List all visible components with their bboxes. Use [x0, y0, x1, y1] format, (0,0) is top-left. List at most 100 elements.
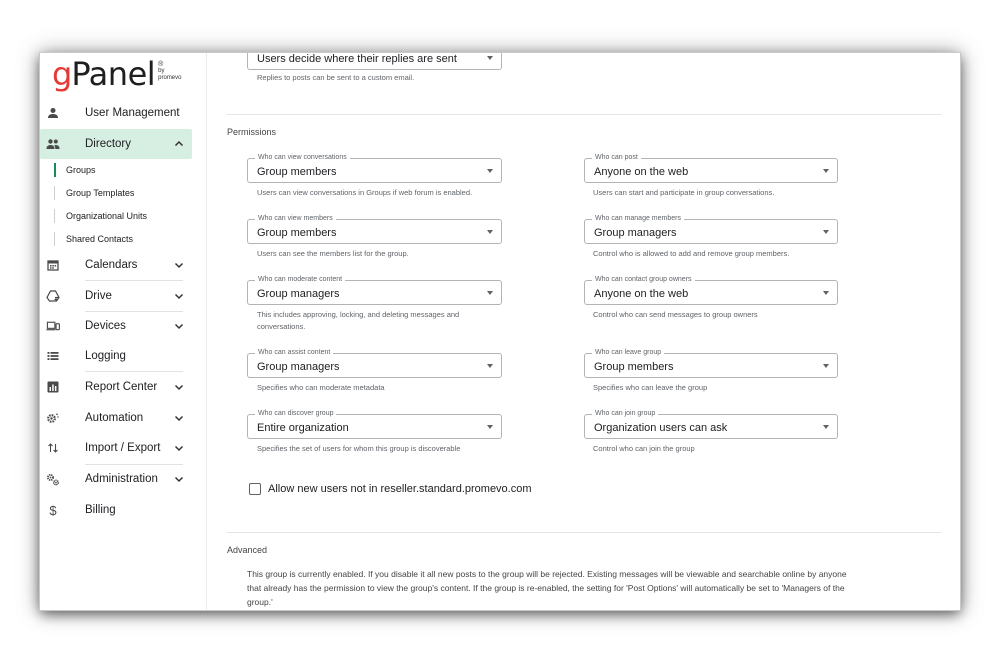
chevron-down-icon[interactable]: [174, 382, 184, 392]
dropdown-arrow-icon: [487, 291, 493, 295]
dropdown-arrow-icon: [823, 230, 829, 234]
active-indicator: [54, 163, 56, 177]
sidebar-item-report-center[interactable]: Report Center: [40, 372, 192, 402]
field-legend: Who can contact group owners: [592, 275, 695, 285]
admin-gears-icon: [46, 472, 60, 486]
sidebar-item-directory[interactable]: Directory: [40, 129, 192, 159]
dropdown-arrow-icon: [487, 169, 493, 173]
field-helper: Control who can send messages to group o…: [593, 310, 758, 319]
sidebar-item-user-management[interactable]: User Management: [40, 98, 192, 128]
select-value: Group members: [594, 361, 674, 373]
field-helper: Control who can join the group: [593, 444, 695, 453]
section-divider: [227, 532, 941, 533]
advanced-line: group.': [247, 597, 273, 607]
gpanel-logo[interactable]: g Panel ® by promevo: [52, 55, 181, 95]
field-helper: Specifies who can leave the group: [593, 383, 708, 392]
sidebar-item-label: User Management: [85, 107, 180, 119]
dropdown-arrow-icon: [487, 230, 493, 234]
select-value: Group members: [257, 166, 337, 178]
subitem-rail: [54, 209, 55, 223]
sidebar-subitem-label: Shared Contacts: [66, 234, 134, 244]
sidebar-subitem-organizational-units[interactable]: Organizational Units: [54, 206, 147, 226]
allow-external-users-label[interactable]: Allow new users not in reseller.standard…: [268, 483, 532, 495]
who-can-discover-group-select[interactable]: Who can discover group Entire organizati…: [247, 409, 502, 439]
sidebar-item-label: Directory: [85, 138, 132, 150]
who-can-join-group-select[interactable]: Who can join group Organization users ca…: [584, 409, 838, 439]
calendar-icon: [46, 258, 60, 272]
chevron-down-icon[interactable]: [174, 413, 184, 423]
chevron-up-icon[interactable]: [174, 139, 184, 149]
chevron-down-icon[interactable]: [174, 474, 184, 484]
who-can-contact-owners-select[interactable]: Who can contact group owners Anyone on t…: [584, 275, 838, 305]
select-value: Anyone on the web: [594, 288, 689, 300]
select-value: Group managers: [594, 227, 677, 239]
chevron-down-icon[interactable]: [174, 291, 184, 301]
logo-panel: Panel: [71, 55, 156, 93]
sidebar-item-label: Drive: [85, 290, 112, 302]
sidebar-subitem-groups[interactable]: Groups: [54, 160, 96, 180]
permissions-title: Permissions: [227, 127, 277, 137]
sidebar-subitem-label: Organizational Units: [66, 211, 148, 221]
advanced-description: This group is currently enabled. If you …: [247, 567, 947, 609]
field-helper: Users can view conversations in Groups i…: [257, 188, 473, 197]
who-can-view-conversations-select[interactable]: Who can view conversations Group members: [247, 153, 502, 183]
sidebar-item-administration[interactable]: Administration: [40, 464, 192, 494]
reply-to-select[interactable]: Users decide where their replies are sen…: [247, 53, 502, 70]
chevron-down-icon[interactable]: [174, 443, 184, 453]
sidebar-item-billing[interactable]: $ Billing: [40, 495, 192, 525]
logo-byline: ® by promevo: [158, 61, 181, 82]
sidebar-item-drive[interactable]: Drive: [40, 281, 192, 311]
field-legend: Who can moderate content: [255, 275, 346, 285]
who-can-view-members-select[interactable]: Who can view members Group members: [247, 214, 502, 244]
automation-gear-icon: [46, 411, 60, 425]
sidebar-item-logging[interactable]: Logging: [40, 341, 192, 371]
sidebar-item-import-export[interactable]: Import / Export: [40, 433, 192, 463]
dropdown-arrow-icon: [487, 364, 493, 368]
section-divider: [227, 114, 941, 115]
import-export-icon: [46, 441, 60, 455]
field-helper: Users can start and participate in group…: [593, 188, 775, 197]
sidebar-item-automation[interactable]: Automation: [40, 403, 192, 433]
field-helper: Control who is allowed to add and remove…: [593, 249, 790, 258]
dropdown-arrow-icon: [823, 169, 829, 173]
dropdown-arrow-icon: [487, 425, 493, 429]
sidebar-item-label: Automation: [85, 412, 144, 424]
who-can-post-select[interactable]: Who can post Anyone on the web: [584, 153, 838, 183]
select-value: Entire organization: [257, 422, 349, 434]
logo-company: promevo: [158, 75, 182, 81]
field-helper: Users can see the members list for the g…: [257, 249, 409, 258]
chevron-down-icon[interactable]: [174, 260, 184, 270]
dropdown-arrow-icon: [823, 291, 829, 295]
sidebar: g Panel ® by promevo User Management Dir…: [40, 53, 206, 610]
dropdown-arrow-icon: [823, 425, 829, 429]
who-can-leave-group-select[interactable]: Who can leave group Group members: [584, 348, 838, 378]
dropdown-arrow-icon: [487, 56, 493, 60]
select-value: Group managers: [257, 361, 340, 373]
field-legend: Who can join group: [592, 409, 659, 419]
person-icon: [46, 106, 60, 120]
field-legend: Who can leave group: [592, 348, 665, 358]
who-can-manage-members-select[interactable]: Who can manage members Group managers: [584, 214, 838, 244]
sidebar-subitem-shared-contacts[interactable]: Shared Contacts: [54, 229, 133, 249]
field-legend: Who can view members: [255, 214, 336, 224]
dollar-icon: $: [49, 502, 57, 518]
who-can-assist-content-select[interactable]: Who can assist content Group managers: [247, 348, 502, 378]
select-value: Anyone on the web: [594, 166, 689, 178]
advanced-line: that already has the permission to view …: [247, 583, 845, 593]
people-icon: [46, 137, 60, 151]
logo-by: by: [158, 68, 165, 74]
advanced-line: This group is currently enabled. If you …: [247, 569, 847, 579]
app-window: g Panel ® by promevo User Management Dir…: [40, 53, 960, 610]
sidebar-item-calendars[interactable]: Calendars: [40, 250, 192, 280]
sidebar-subitem-label: Groups: [66, 165, 96, 175]
sidebar-item-devices[interactable]: Devices: [40, 311, 192, 341]
who-can-moderate-content-select[interactable]: Who can moderate content Group managers: [247, 275, 502, 305]
select-value: Users decide where their replies are sen…: [257, 53, 457, 65]
field-legend: Who can discover group: [255, 409, 337, 419]
chevron-down-icon[interactable]: [174, 321, 184, 331]
field-legend: Who can manage members: [592, 214, 684, 224]
sidebar-subitem-group-templates[interactable]: Group Templates: [54, 183, 134, 203]
field-helper-continued: conversations.: [257, 322, 306, 331]
list-icon: [46, 349, 60, 363]
allow-external-users-checkbox[interactable]: [249, 483, 261, 495]
